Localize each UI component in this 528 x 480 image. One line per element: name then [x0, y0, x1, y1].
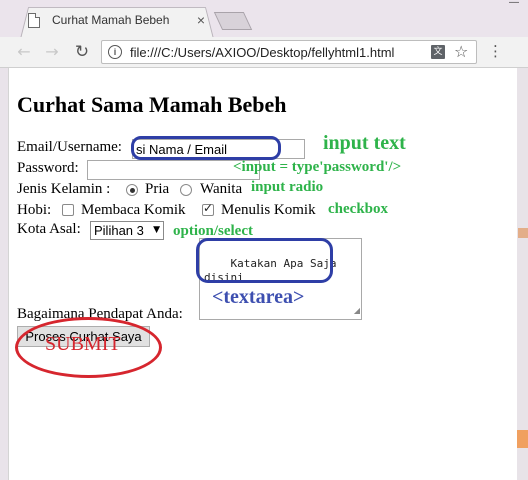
city-select[interactable]: Pilihan 3 ▼: [90, 221, 164, 240]
gender-label: Jenis Kelamin :: [17, 181, 111, 197]
resize-grip-icon[interactable]: ◢: [354, 304, 360, 318]
password-label: Password:: [17, 160, 79, 176]
checkbox-membaca-komik[interactable]: [62, 204, 74, 216]
reload-icon[interactable]: ↻: [70, 40, 94, 64]
tab-close-icon[interactable]: ×: [194, 12, 208, 28]
checkbox-menulis-komik[interactable]: [202, 201, 214, 216]
annotation-input-text: input text: [323, 132, 406, 154]
chevron-down-icon: ▼: [153, 225, 160, 235]
bookmark-star-icon[interactable]: ☆: [454, 42, 468, 61]
annotation-checkbox: checkbox: [328, 201, 388, 217]
annotation-input-password: <input = type'password'/>: [233, 159, 402, 175]
address-bar[interactable]: i file:///C:/Users/AXIOO/Desktop/fellyht…: [101, 40, 477, 64]
city-label: Kota Asal:: [17, 221, 81, 237]
page-viewport: Curhat Sama Mamah Bebeh Email/Username: …: [8, 68, 517, 480]
url-text[interactable]: file:///C:/Users/AXIOO/Desktop/fellyhtml…: [130, 45, 394, 60]
translate-icon[interactable]: 文: [431, 45, 445, 59]
forward-arrow-icon[interactable]: →: [40, 40, 64, 64]
back-arrow-icon[interactable]: ←: [12, 40, 36, 64]
radio-pria-label: Pria: [145, 181, 170, 197]
toolbar: ← → ↻ i file:///C:/Users/AXIOO/Desktop/f…: [0, 37, 528, 68]
annotation-input-radio: input radio: [251, 179, 324, 195]
checkbox-menulis-komik-label: Menulis Komik: [221, 202, 316, 218]
radio-wanita-label: Wanita: [200, 181, 243, 197]
info-icon[interactable]: i: [108, 45, 122, 59]
hobby-label: Hobi:: [17, 202, 52, 218]
textarea-highlight-ring: [196, 238, 333, 283]
menu-dots-icon[interactable]: ⋮: [488, 41, 503, 61]
background-window-mark: [516, 430, 528, 448]
background-window-mark: [518, 228, 528, 238]
minimize-icon[interactable]: —: [500, 0, 528, 8]
radio-pria[interactable]: [126, 184, 138, 196]
checkbox-membaca-komik-label: Membaca Komik: [81, 202, 186, 218]
background-window-strip: [516, 68, 528, 480]
active-tab-content[interactable]: Curhat Mamah Bebeh ×: [28, 8, 208, 32]
email-highlight-ring: [131, 136, 281, 160]
radio-wanita[interactable]: [180, 184, 192, 196]
page-title: Curhat Sama Mamah Bebeh: [17, 92, 287, 117]
annotation-submit: SUBMIT: [45, 333, 121, 355]
tab-title: Curhat Mamah Bebeh: [52, 13, 170, 27]
document-icon: [28, 12, 40, 28]
city-select-value: Pilihan 3: [94, 223, 144, 238]
annotation-textarea: <textarea>: [212, 286, 305, 308]
email-label: Email/Username:: [17, 139, 122, 155]
